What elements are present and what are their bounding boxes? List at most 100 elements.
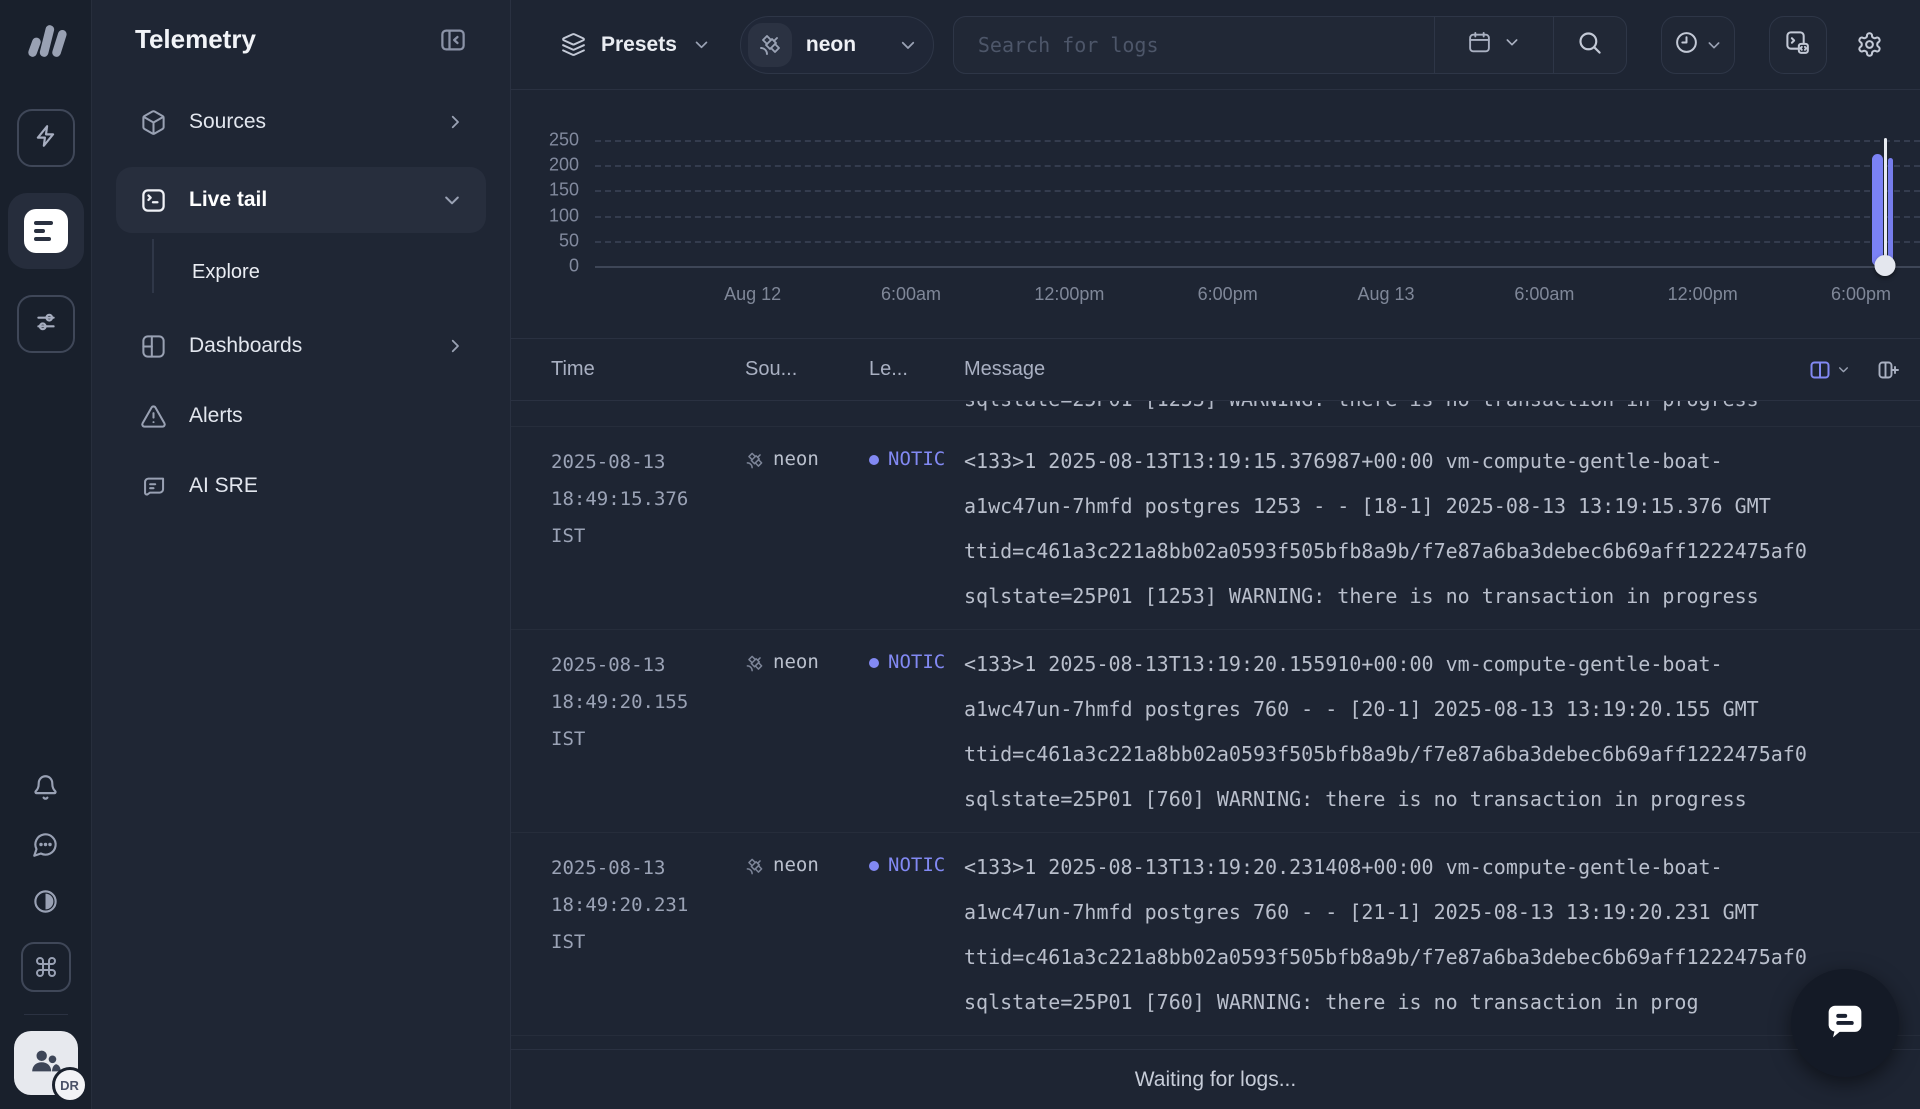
cube-icon — [140, 109, 167, 136]
chat-widget-button[interactable] — [1791, 969, 1899, 1077]
log-volume-bar[interactable] — [1872, 154, 1883, 266]
log-row[interactable]: 2025-08-13 18:49:20.231 IST neon — [511, 833, 1920, 1036]
column-header-message[interactable]: Message — [964, 358, 1808, 381]
gridline — [595, 165, 1920, 167]
brand-logo — [23, 18, 69, 69]
presets-dropdown[interactable]: Presets — [561, 32, 710, 57]
log-message-cell: <133>1 2025-08-13T13:19:20.155910+00:00 … — [964, 642, 1920, 822]
dashboard-grid-icon — [140, 333, 167, 360]
presets-label: Presets — [601, 33, 677, 57]
terminal-code-icon — [1784, 29, 1811, 61]
log-message-line: sqlstate=25P01 [1253] WARNING: there is … — [964, 574, 1920, 619]
sidebar-item-dashboards[interactable]: Dashboards — [92, 321, 510, 371]
y-axis-tick: 200 — [523, 155, 579, 176]
sidebar-item-ai-sre[interactable]: AI SRE — [92, 461, 510, 511]
level-dot — [869, 658, 879, 668]
lightning-icon — [33, 123, 59, 154]
log-source-cell: neon — [745, 439, 869, 619]
app-window: DR Telemetry Sources — [0, 0, 1920, 1109]
gridline — [595, 140, 1920, 142]
log-row[interactable]: 2025-08-13 18:49:20.155 IST neon — [511, 630, 1920, 833]
rail-item-logs-active[interactable] — [8, 193, 84, 269]
log-row[interactable]: 2025-08-13 18:49:15.376 IST neon — [511, 427, 1920, 630]
log-time-cell: 2025-08-13 18:49:20.231 IST — [551, 845, 745, 1025]
y-axis-tick: 250 — [523, 130, 579, 151]
chevron-down-icon — [442, 190, 462, 210]
theme-contrast-icon[interactable] — [32, 888, 59, 915]
sidebar-item-label: Live tail — [189, 188, 442, 212]
log-message-line: sqlstate=25P01 [760] WARNING: there is n… — [964, 777, 1920, 822]
collapse-sidebar-icon[interactable] — [438, 25, 468, 55]
log-volume-bar-current[interactable] — [1888, 158, 1893, 266]
alert-triangle-icon — [140, 403, 167, 430]
sidebar-item-live-tail[interactable]: Live tail — [116, 167, 486, 233]
rail-bottom-group: DR — [14, 759, 78, 1095]
live-playhead-line[interactable] — [1884, 138, 1887, 266]
sidebar-item-sources[interactable]: Sources — [92, 97, 510, 147]
sidebar-item-alerts[interactable]: Alerts — [92, 391, 510, 441]
notifications-bell-icon[interactable] — [32, 774, 59, 801]
column-header-time[interactable]: Time — [551, 358, 745, 381]
y-axis-tick: 100 — [523, 205, 579, 226]
satellite-icon — [748, 23, 792, 67]
log-message-line: ttid=c461a3c221a8bb02a0593f505bfb8a9b/f7… — [964, 935, 1920, 980]
chevron-right-icon — [446, 337, 464, 355]
add-column-icon[interactable] — [1876, 358, 1900, 382]
search-input[interactable] — [954, 17, 1434, 73]
layers-icon — [561, 32, 586, 57]
column-layout-button[interactable] — [1808, 358, 1850, 382]
level-dot — [869, 455, 879, 465]
column-header-level[interactable]: Le... — [869, 358, 964, 381]
y-axis-tick: 150 — [523, 180, 579, 201]
columns-icon — [1808, 358, 1832, 382]
x-axis-tick: 12:00pm — [1034, 284, 1104, 305]
gridline — [595, 216, 1920, 218]
date-range-picker[interactable] — [1435, 17, 1553, 73]
log-time-cell: 2025-08-13 18:49:15.376 IST — [551, 439, 745, 619]
log-row-partial[interactable]: sqlstate=25P01 [1253] WARNING: there is … — [511, 401, 1920, 427]
log-table: Time Sou... Le... Message — [511, 339, 1920, 1109]
gridline — [595, 190, 1920, 192]
sidebar-item-label: AI SRE — [189, 474, 464, 498]
sidebar-item-label: Dashboards — [189, 334, 446, 358]
column-header-source[interactable]: Sou... — [745, 358, 869, 381]
api-code-panel-button[interactable] — [1769, 16, 1827, 74]
log-message-line: a1wc47un-7hmfd postgres 760 - - [20-1] 2… — [964, 687, 1920, 732]
satellite-icon — [745, 451, 764, 470]
icon-rail: DR — [0, 0, 92, 1109]
log-message-line: a1wc47un-7hmfd postgres 1253 - - [18-1] … — [964, 484, 1920, 529]
topbar: Presets neon — [511, 0, 1920, 90]
log-table-header: Time Sou... Le... Message — [511, 339, 1920, 401]
y-axis-tick: 50 — [523, 230, 579, 251]
rail-item-quickstart[interactable] — [17, 109, 75, 167]
logs-icon — [24, 209, 68, 253]
log-source-label: neon — [773, 854, 819, 876]
search-submit-button[interactable] — [1554, 17, 1626, 73]
sidebar-subitem-explore[interactable]: Explore — [92, 249, 510, 295]
waiting-status-text: Waiting for logs... — [1135, 1068, 1296, 1092]
sidebar-item-label: Alerts — [189, 404, 464, 428]
rail-item-settings-sliders[interactable] — [17, 295, 75, 353]
log-message-line: a1wc47un-7hmfd postgres 760 - - [21-1] 2… — [964, 890, 1920, 935]
log-level-cell: NOTIC — [869, 845, 964, 1025]
x-axis-tick: 6:00pm — [1198, 284, 1258, 305]
time-range-dropdown[interactable] — [1661, 16, 1735, 74]
x-axis-tick: Aug 13 — [1357, 284, 1414, 305]
settings-gear-icon[interactable] — [1856, 31, 1883, 58]
command-palette-icon[interactable] — [21, 942, 71, 992]
x-axis-tick: Aug 12 — [724, 284, 781, 305]
main-content: Presets neon — [511, 0, 1920, 1109]
chevron-down-icon — [1837, 363, 1850, 376]
log-message-line: sqlstate=25P01 [1253] WARNING: there is … — [964, 401, 1920, 411]
feedback-chat-icon[interactable] — [32, 831, 59, 858]
log-level-label: NOTIC — [888, 854, 945, 876]
log-source-cell: neon — [745, 642, 869, 822]
user-avatar[interactable]: DR — [14, 1031, 78, 1095]
sliders-icon — [33, 309, 59, 340]
source-selector[interactable]: neon — [740, 16, 934, 74]
chevron-down-icon — [1504, 34, 1520, 55]
live-playhead-handle[interactable] — [1875, 255, 1896, 276]
x-axis-tick: 12:00pm — [1668, 284, 1738, 305]
x-axis-baseline — [595, 266, 1920, 268]
log-message-cell: <133>1 2025-08-13T13:19:15.376987+00:00 … — [964, 439, 1920, 619]
